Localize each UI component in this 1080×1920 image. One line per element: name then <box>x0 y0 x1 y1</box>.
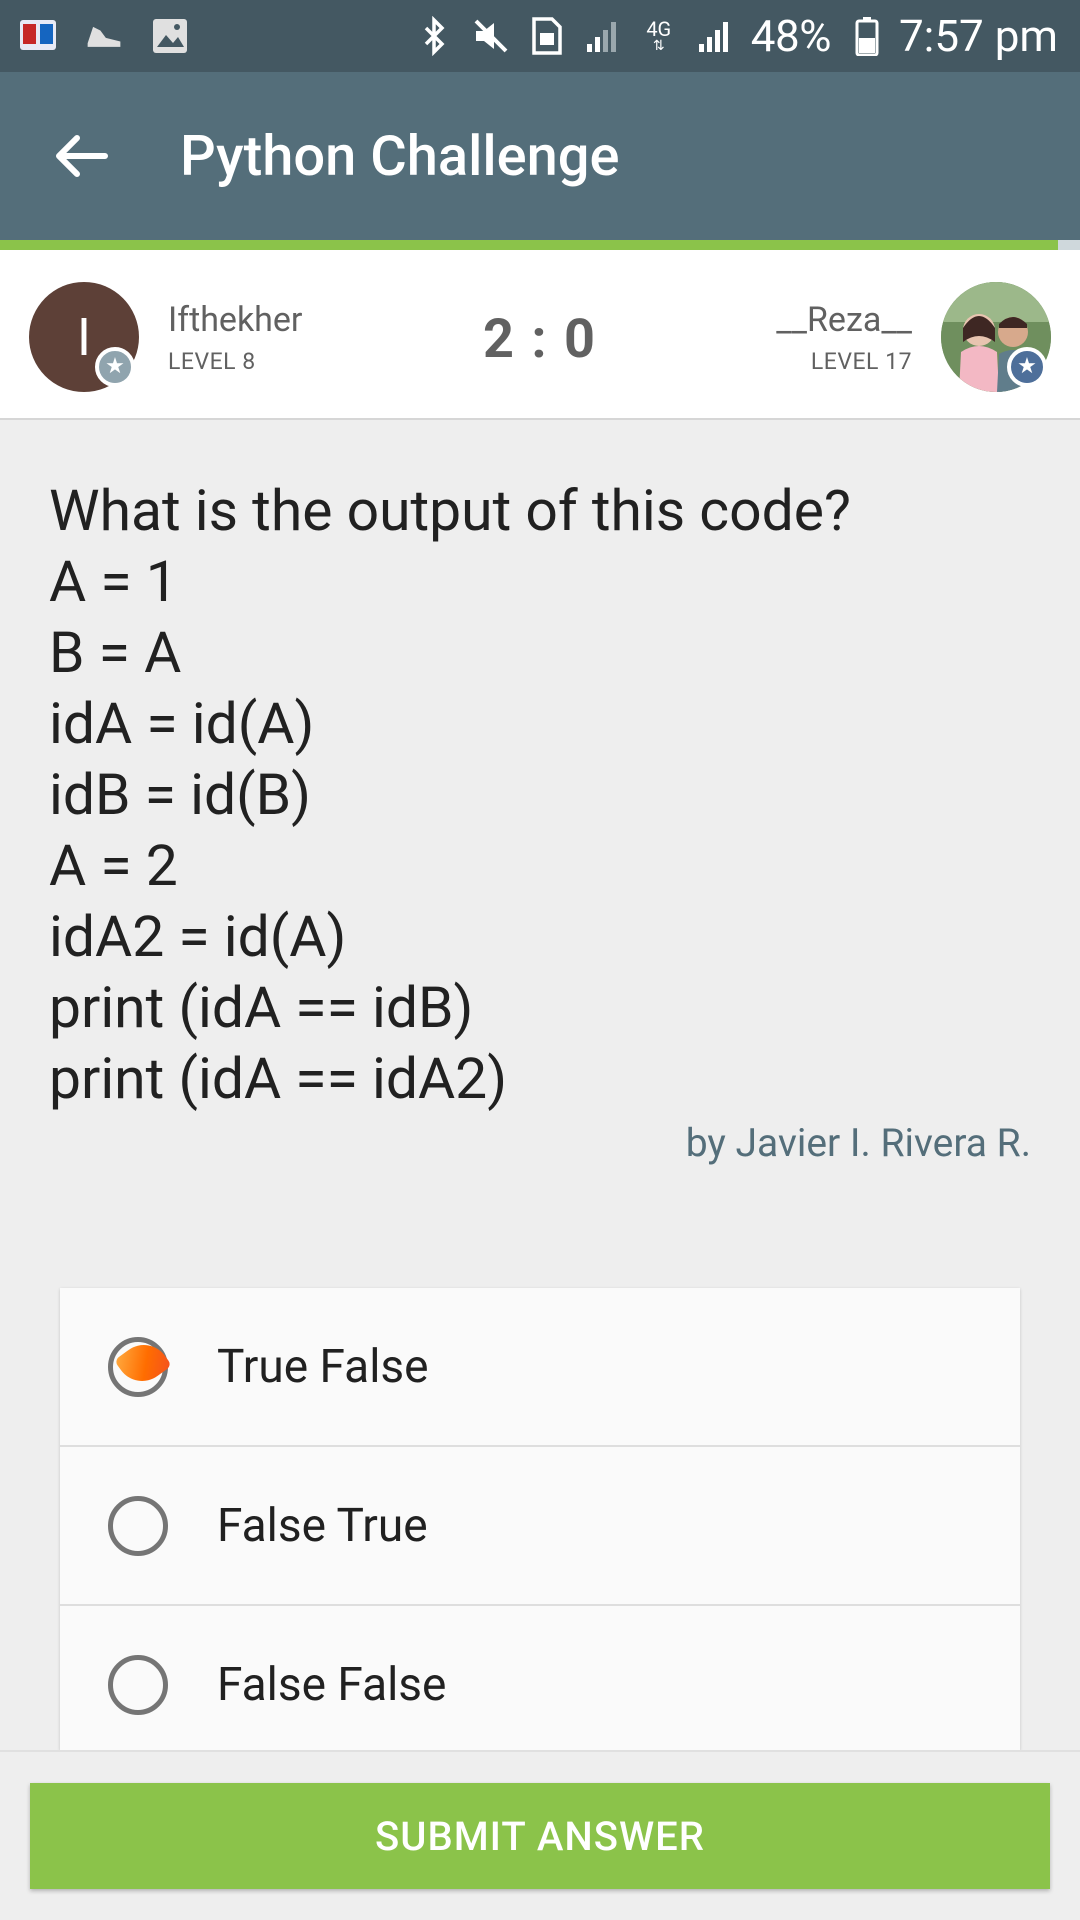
sneaker-icon <box>84 16 124 56</box>
answer-option-label: False True <box>217 1498 428 1553</box>
back-button[interactable] <box>46 121 116 191</box>
question-author[interactable]: by Javier I. Rivera R. <box>686 1120 1031 1166</box>
player-right-name[interactable]: __Reza__ <box>776 300 912 340</box>
question-line: print (idA == idB) <box>49 974 474 1041</box>
player-right-star-badge-icon: ★ <box>1007 347 1047 387</box>
match-score: 2 : 0 <box>482 308 598 371</box>
mute-icon <box>471 16 511 56</box>
radio-checked-icon[interactable] <box>108 1336 168 1397</box>
answer-option-3[interactable]: False False <box>60 1606 1020 1750</box>
signal-icon <box>583 16 623 56</box>
submit-answer-button[interactable]: SUBMIT ANSWER <box>30 1783 1050 1889</box>
answer-option-label: False False <box>217 1657 447 1712</box>
answer-option-label: True False <box>217 1339 429 1394</box>
player-right-level: LEVEL 17 <box>810 348 912 375</box>
status-bar-left <box>18 16 216 56</box>
sim-icon <box>527 16 567 56</box>
question-line: What is the output of this code? <box>49 477 851 544</box>
radio-unchecked-icon[interactable] <box>108 1495 168 1556</box>
image-icon <box>150 16 190 56</box>
clock-time: 7:57 pm <box>898 10 1058 62</box>
back-arrow-icon <box>56 135 108 177</box>
status-bar-right: 4G ⇅ 48% 7:57 pm <box>399 10 1058 62</box>
challenge-progress-bar <box>0 240 1058 250</box>
question-line: idA2 = id(A) <box>49 903 347 970</box>
status-bar: 4G ⇅ 48% 7:57 pm <box>0 0 1080 72</box>
question-line: idA = id(A) <box>49 690 315 757</box>
question-line: B = A <box>49 619 182 686</box>
answer-options: True False False True False False <box>60 1288 1020 1750</box>
signal-icon-2 <box>695 16 735 56</box>
radio-unchecked-icon[interactable] <box>108 1654 168 1715</box>
battery-percent: 48% <box>750 10 832 62</box>
question-text: What is the output of this code? A = 1 B… <box>49 475 1039 1114</box>
question-line: A = 1 <box>49 548 178 615</box>
question-line: print (idA == idA2) <box>49 1045 508 1112</box>
dictionary-app-icon <box>18 16 58 56</box>
battery-icon <box>847 16 887 56</box>
signal-4g-icon: 4G ⇅ <box>646 17 672 54</box>
challenge-progress-track <box>1058 240 1080 250</box>
question-line: idB = id(B) <box>49 761 311 828</box>
question-line: A = 2 <box>49 832 178 899</box>
bluetooth-icon <box>415 16 455 56</box>
network-type-label: 4G <box>646 17 672 41</box>
app-toolbar: Python Challenge <box>0 72 1080 240</box>
page-title: Python Challenge <box>180 123 620 189</box>
answer-option-1[interactable]: True False <box>60 1288 1020 1447</box>
answer-option-2[interactable]: False True <box>60 1447 1020 1606</box>
players-header: I ★ Ifthekher LEVEL 8 2 : 0 __Reza__ LEV… <box>0 250 1080 420</box>
